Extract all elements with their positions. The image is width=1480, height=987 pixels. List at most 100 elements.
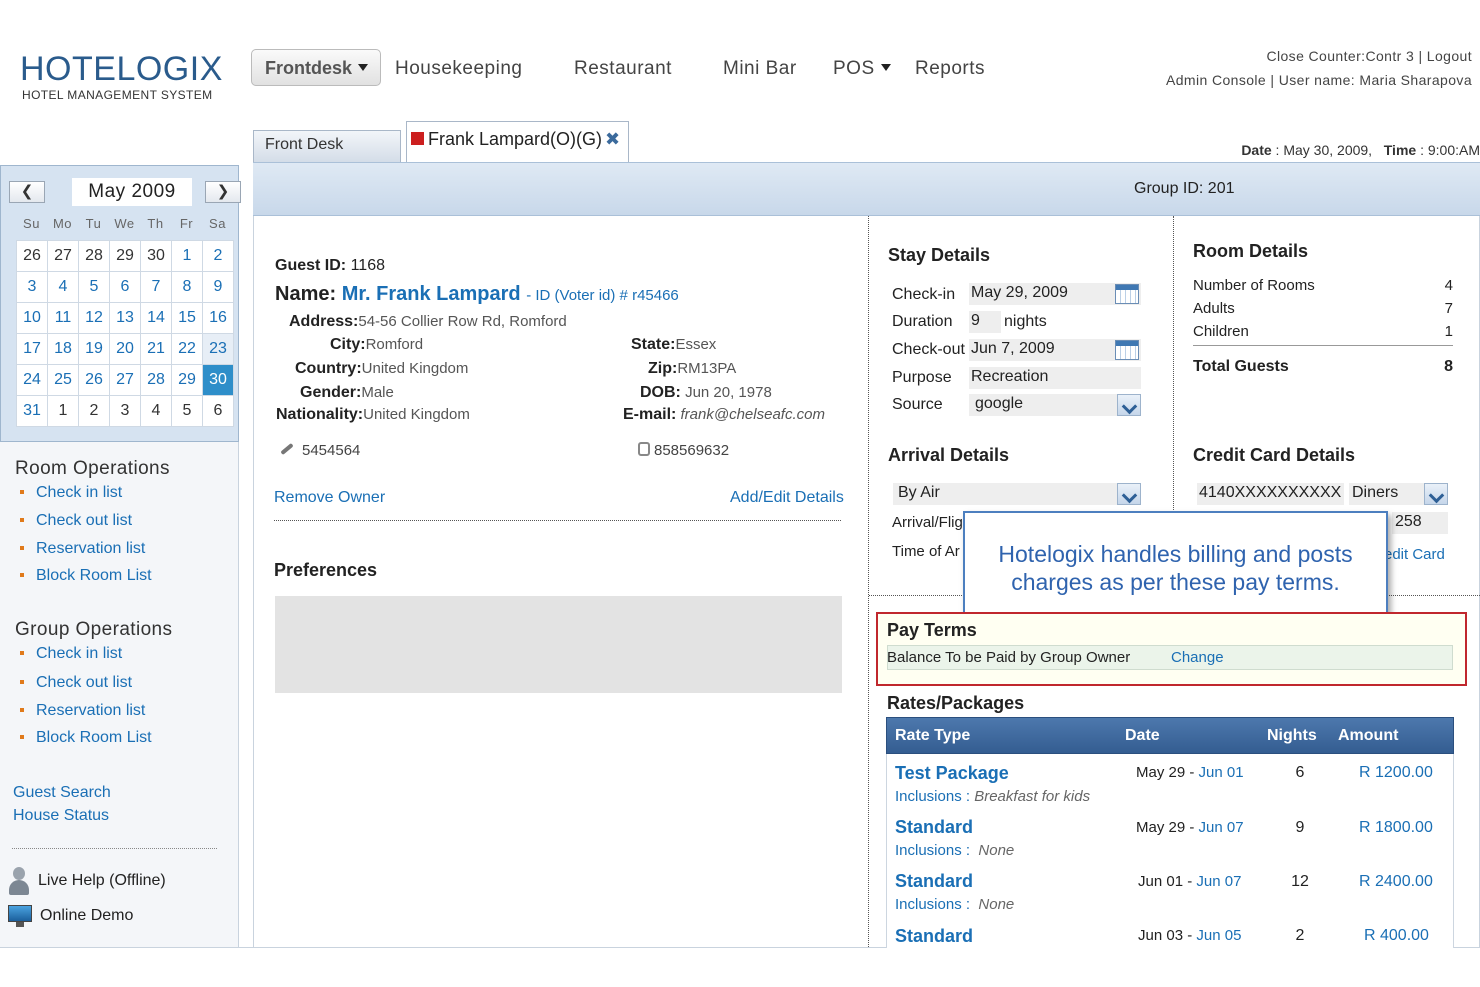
calendar-icon[interactable] [1115, 340, 1139, 360]
group-ops-checkin-link[interactable]: Check in list [20, 645, 122, 663]
room-ops-reservation-link[interactable]: Reservation list [20, 540, 145, 558]
cal-day[interactable]: 8 [171, 271, 203, 303]
chevron-down-icon[interactable] [1117, 483, 1141, 505]
cal-day[interactable]: 10 [16, 302, 48, 334]
cal-day[interactable]: 4 [140, 395, 172, 427]
email-label: E-mail: [623, 406, 677, 423]
card-number-field[interactable]: 4140XXXXXXXXXX [1197, 483, 1344, 505]
cal-day[interactable]: 3 [16, 271, 48, 303]
source-select[interactable]: google [969, 394, 1141, 416]
cal-day[interactable]: 30 [140, 240, 172, 272]
cal-day[interactable]: 6 [202, 395, 234, 427]
room-ops-checkout-link[interactable]: Check out list [20, 512, 132, 530]
cal-day[interactable]: 20 [109, 333, 141, 365]
nav-minibar[interactable]: Mini Bar [723, 58, 797, 80]
cal-day[interactable]: 24 [16, 364, 48, 396]
cal-prev-button[interactable]: ❮ [9, 181, 45, 203]
rate-amount: R 1800.00 [1359, 819, 1433, 836]
rate-name-link[interactable]: Test Package [895, 763, 1009, 784]
top-links-line1[interactable]: Close Counter:Contr 3 | Logout [1266, 48, 1472, 64]
room-ops-block-label: Block Room List [36, 567, 152, 584]
nav-frontdesk-button[interactable]: Frontdesk [251, 49, 381, 86]
nav-restaurant[interactable]: Restaurant [574, 58, 672, 80]
cal-day[interactable]: 2 [202, 240, 234, 272]
cal-day[interactable]: 27 [47, 240, 79, 272]
cal-day[interactable]: 1 [47, 395, 79, 427]
change-pay-terms-link[interactable]: Change [1171, 649, 1224, 666]
cal-day[interactable]: 17 [16, 333, 48, 365]
arrival-mode-select[interactable]: By Air [893, 483, 1141, 505]
tab-front-desk[interactable]: Front Desk [253, 130, 401, 162]
cal-day[interactable]: 6 [109, 271, 141, 303]
cal-month-label: May 2009 [72, 178, 192, 206]
cal-day[interactable]: 29 [171, 364, 203, 396]
calendar-icon[interactable] [1115, 284, 1139, 304]
cal-day[interactable]: 28 [78, 240, 110, 272]
card-cvv-field[interactable]: 258 [1392, 512, 1448, 534]
online-demo-link[interactable]: Online Demo [8, 905, 133, 927]
state-row: State:Essex [631, 336, 716, 354]
total-guests-value: 8 [1444, 358, 1453, 375]
cal-day[interactable]: 5 [171, 395, 203, 427]
cal-day[interactable]: 21 [140, 333, 172, 365]
cal-day[interactable]: 11 [47, 302, 79, 334]
cal-day[interactable]: 15 [171, 302, 203, 334]
cal-day-today[interactable]: 23 [202, 333, 234, 365]
remove-owner-link[interactable]: Remove Owner [274, 489, 385, 507]
cal-day[interactable]: 18 [47, 333, 79, 365]
room-ops-block-link[interactable]: Block Room List [20, 567, 152, 585]
cal-day[interactable]: 26 [16, 240, 48, 272]
status-square-icon [411, 132, 424, 145]
cal-day[interactable]: 7 [140, 271, 172, 303]
cal-day[interactable]: 2 [78, 395, 110, 427]
rate-name-link[interactable]: Standard [895, 871, 973, 892]
cal-day[interactable]: 5 [78, 271, 110, 303]
chevron-down-icon[interactable] [1424, 483, 1448, 505]
cal-day[interactable]: 28 [140, 364, 172, 396]
cal-day[interactable]: 4 [47, 271, 79, 303]
state-label: State: [631, 336, 676, 353]
cal-day[interactable]: 1 [171, 240, 203, 272]
cal-day[interactable]: 12 [78, 302, 110, 334]
cal-day[interactable]: 25 [47, 364, 79, 396]
edit-card-link[interactable]: edit Card [1384, 546, 1445, 563]
cal-day-selected[interactable]: 30 [202, 364, 234, 396]
duration-field[interactable]: 9 [969, 311, 1001, 333]
cal-day[interactable]: 14 [140, 302, 172, 334]
cal-day[interactable]: 31 [16, 395, 48, 427]
nav-housekeeping[interactable]: Housekeeping [395, 58, 522, 80]
inclusions-value: None [978, 842, 1015, 859]
online-demo-label: Online Demo [40, 907, 134, 925]
guest-name-value[interactable]: Mr. Frank Lampard [342, 283, 521, 305]
tab-guest[interactable]: Frank Lampard(O)(G) ✖ [406, 121, 629, 164]
cal-day[interactable]: 22 [171, 333, 203, 365]
purpose-field[interactable]: Recreation [969, 367, 1141, 389]
room-ops-checkin-link[interactable]: Check in list [20, 484, 122, 502]
cal-week: 10 11 12 13 14 15 16 [16, 302, 234, 334]
live-help-link[interactable]: Live Help (Offline) [8, 867, 166, 895]
cal-day[interactable]: 19 [78, 333, 110, 365]
group-ops-checkout-link[interactable]: Check out list [20, 674, 132, 692]
cal-day[interactable]: 26 [78, 364, 110, 396]
cal-next-button[interactable]: ❯ [205, 181, 241, 203]
top-links-line2[interactable]: Admin Console | User name: Maria Sharapo… [1166, 72, 1472, 88]
rate-name-link[interactable]: Standard [895, 817, 973, 838]
add-edit-details-link[interactable]: Add/Edit Details [730, 489, 844, 507]
cal-day[interactable]: 3 [109, 395, 141, 427]
cal-day[interactable]: 9 [202, 271, 234, 303]
cal-day[interactable]: 13 [109, 302, 141, 334]
group-ops-block-link[interactable]: Block Room List [20, 729, 152, 747]
cal-day[interactable]: 16 [202, 302, 234, 334]
guest-search-link[interactable]: Guest Search [13, 784, 111, 802]
state-value: Essex [675, 336, 717, 353]
group-ops-reservation-link[interactable]: Reservation list [20, 702, 145, 720]
cal-day[interactable]: 29 [109, 240, 141, 272]
guest-divider [274, 520, 841, 521]
nav-pos[interactable]: POS [833, 58, 891, 80]
nav-reports[interactable]: Reports [915, 58, 985, 80]
close-icon[interactable]: ✖ [605, 129, 620, 149]
house-status-link[interactable]: House Status [13, 807, 109, 825]
chevron-down-icon[interactable] [1117, 394, 1141, 416]
cal-day[interactable]: 27 [109, 364, 141, 396]
rate-name-link[interactable]: Standard [895, 926, 973, 947]
